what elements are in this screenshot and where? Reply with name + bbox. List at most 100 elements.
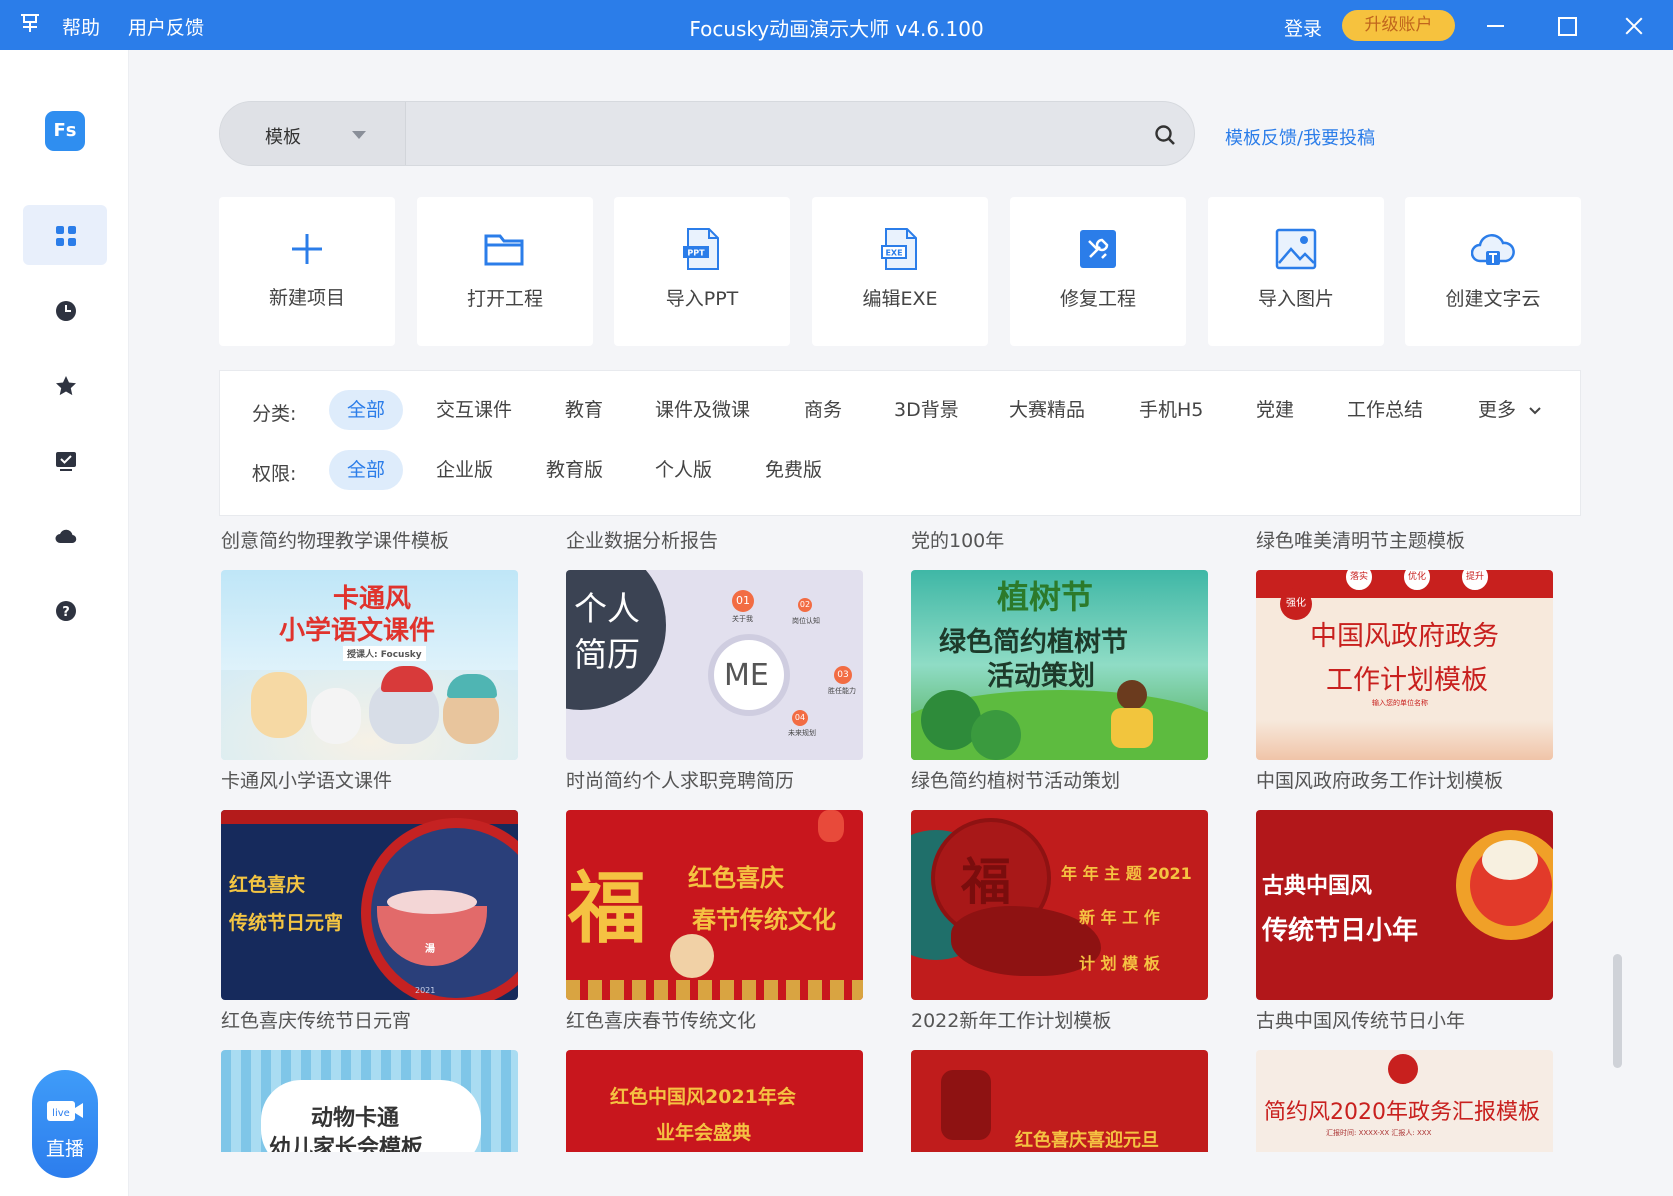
permission-personal[interactable]: 个人版 <box>655 450 712 490</box>
close-icon[interactable] <box>1616 8 1652 42</box>
template-title[interactable]: 卡通风小学语文课件 <box>221 766 392 793</box>
category-interactive[interactable]: 交互课件 <box>436 390 512 430</box>
caret-down-icon <box>352 131 366 139</box>
template-thumbnail[interactable]: 福 年 年 主 题 2021 新 年 工 作 计 划 模 板 <box>911 810 1208 1000</box>
import-ppt-button[interactable]: PPT 导入PPT <box>614 197 790 346</box>
ppt-file-icon: PPT <box>683 228 719 270</box>
template-title[interactable]: 绿色简约植树节活动策划 <box>911 766 1120 793</box>
template-title[interactable]: 中国风政府政务工作计划模板 <box>1256 766 1503 793</box>
menu-feedback[interactable]: 用户反馈 <box>128 13 204 40</box>
edit-exe-button[interactable]: EXE 编辑EXE <box>812 197 988 346</box>
template-thumbnail[interactable]: 古典中国风 传统节日小年 <box>1256 810 1553 1000</box>
new-project-label: 新建项目 <box>268 287 345 309</box>
menu-help[interactable]: 帮助 <box>62 13 100 40</box>
category-more[interactable]: 更多 <box>1478 390 1542 430</box>
create-word-cloud-button[interactable]: 创建文字云 <box>1405 197 1581 346</box>
template-thumbnail[interactable]: 红色喜庆喜迎元旦 <box>911 1050 1208 1152</box>
repair-icon <box>1080 230 1116 268</box>
sidebar-item-templates[interactable] <box>23 205 107 265</box>
category-microcourse[interactable]: 课件及微课 <box>655 390 750 430</box>
open-project-label: 打开工程 <box>466 288 543 310</box>
live-label: 直播 <box>45 1138 84 1160</box>
template-thumbnail[interactable]: 福 红色喜庆 春节传统文化 <box>566 810 863 1000</box>
create-word-cloud-label: 创建文字云 <box>1445 288 1541 310</box>
template-title[interactable]: 古典中国风传统节日小年 <box>1256 1006 1465 1033</box>
more-label: 更多 <box>1478 399 1517 421</box>
new-project-button[interactable]: 新建项目 <box>219 197 395 346</box>
sidebar-item-help[interactable]: ? <box>23 580 107 640</box>
title-bar: 帮助 用户反馈 Focusky动画演示大师 v4.6.100 登录 升级账户 <box>0 0 1673 50</box>
template-grid: 创意简约物理教学课件模板 企业数据分析报告 党的100年 绿色唯美清明节主题模板… <box>219 516 1619 1152</box>
sidebar-item-favorites[interactable] <box>23 355 107 415</box>
maximize-icon[interactable] <box>1548 8 1584 42</box>
category-education[interactable]: 教育 <box>565 390 603 430</box>
login-button[interactable]: 登录 <box>1284 14 1322 41</box>
image-icon <box>1275 228 1317 270</box>
svg-text:PPT: PPT <box>687 249 705 258</box>
search-type-value: 模板 <box>265 127 301 148</box>
clock-icon <box>56 301 76 321</box>
grid-icon <box>56 226 76 246</box>
cloud-icon <box>55 529 77 544</box>
template-thumbnail[interactable]: 植树节 绿色简约植树节 活动策划 <box>911 570 1208 760</box>
svg-text:?: ? <box>62 605 70 620</box>
plus-icon <box>292 234 322 264</box>
permission-all[interactable]: 全部 <box>329 450 403 490</box>
template-title[interactable]: 时尚简约个人求职竞聘简历 <box>566 766 794 793</box>
template-thumbnail[interactable]: 红色喜庆 传统节日元宵 湯 2021 <box>221 810 518 1000</box>
template-thumbnail[interactable]: 动物卡通 幼儿家长会模板 <box>221 1050 518 1152</box>
template-title[interactable]: 红色喜庆春节传统文化 <box>566 1006 756 1033</box>
sidebar-item-recent[interactable] <box>23 280 107 340</box>
folder-icon <box>484 234 524 266</box>
live-camera-icon: live <box>47 1101 83 1121</box>
scrollbar-thumb[interactable] <box>1613 954 1622 1068</box>
filter-panel: 分类: 全部 交互课件 教育 课件及微课 商务 3D背景 大赛精品 手机H5 党… <box>219 370 1581 516</box>
category-label: 分类: <box>252 403 297 425</box>
permission-free[interactable]: 免费版 <box>765 450 822 490</box>
template-title[interactable]: 党的100年 <box>911 526 1004 553</box>
svg-text:EXE: EXE <box>885 249 902 258</box>
repair-project-button[interactable]: 修复工程 <box>1010 197 1186 346</box>
search-input[interactable] <box>416 114 1116 154</box>
live-badge: live <box>52 1108 70 1119</box>
minimize-icon[interactable] <box>1478 8 1514 42</box>
template-title[interactable]: 创意简约物理教学课件模板 <box>221 526 449 553</box>
sidebar-item-cloud[interactable] <box>23 505 107 565</box>
category-contest[interactable]: 大赛精品 <box>1009 390 1085 430</box>
edit-exe-label: 编辑EXE <box>862 288 938 310</box>
category-party[interactable]: 党建 <box>1256 390 1294 430</box>
template-title[interactable]: 企业数据分析报告 <box>566 526 718 553</box>
template-thumbnail[interactable]: 简约风2020年政务汇报模板 汇报时间: XXXX-XX 汇报人: XXX <box>1256 1050 1553 1152</box>
category-work-summary[interactable]: 工作总结 <box>1347 390 1423 430</box>
category-3d-background[interactable]: 3D背景 <box>894 390 959 430</box>
template-search-bar: 模板 <box>219 101 1195 166</box>
template-thumbnail[interactable]: 强化 落实 优化 提升 中国风政府政务 工作计划模板 输入您的单位名称 <box>1256 570 1553 760</box>
template-thumbnail[interactable]: 个人 简历 ME 01 02 03 04 关于我 岗位认知 胜任能力 未来规划 <box>566 570 863 760</box>
permission-education[interactable]: 教育版 <box>546 450 603 490</box>
app-menu-icon[interactable] <box>18 11 42 37</box>
import-image-label: 导入图片 <box>1257 288 1334 310</box>
template-title[interactable]: 2022新年工作计划模板 <box>911 1006 1111 1033</box>
star-icon <box>56 376 76 396</box>
import-image-button[interactable]: 导入图片 <box>1208 197 1384 346</box>
permission-label: 权限: <box>252 463 297 485</box>
search-icon[interactable] <box>1154 124 1176 146</box>
template-title[interactable]: 绿色唯美清明节主题模板 <box>1256 526 1465 553</box>
template-title[interactable]: 红色喜庆传统节日元宵 <box>221 1006 411 1033</box>
template-thumbnail[interactable]: 红色中国风2021年会 业年会盛典 <box>566 1050 863 1152</box>
upgrade-account-button[interactable]: 升级账户 <box>1342 10 1455 41</box>
search-type-dropdown[interactable]: 模板 <box>220 102 406 165</box>
category-all[interactable]: 全部 <box>329 390 403 430</box>
repair-project-label: 修复工程 <box>1059 288 1136 310</box>
exe-file-icon: EXE <box>881 228 917 270</box>
live-stream-button[interactable]: live 直播 <box>32 1070 98 1178</box>
permission-enterprise[interactable]: 企业版 <box>436 450 493 490</box>
category-business[interactable]: 商务 <box>804 390 842 430</box>
sidebar: Fs ? live 直播 <box>0 50 129 1196</box>
category-mobile-h5[interactable]: 手机H5 <box>1139 390 1203 430</box>
sidebar-item-tasks[interactable] <box>23 430 107 490</box>
open-project-button[interactable]: 打开工程 <box>417 197 593 346</box>
help-icon: ? <box>56 601 76 621</box>
template-feedback-link[interactable]: 模板反馈/我要投稿 <box>1225 124 1375 150</box>
template-thumbnail[interactable]: 卡通风 小学语文课件 授课人: Focusky <box>221 570 518 760</box>
